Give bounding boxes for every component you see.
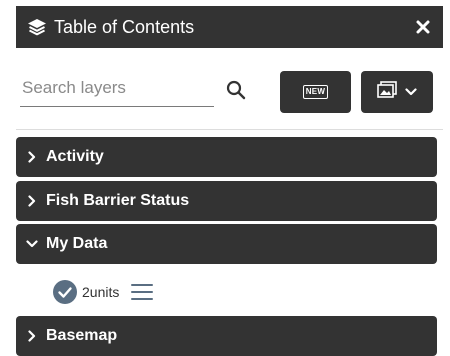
divider — [16, 129, 443, 130]
section-label: Basemap — [46, 327, 118, 344]
section-label: My Data — [46, 235, 108, 252]
section-label: Activity — [46, 148, 104, 165]
layer-item: 2units — [52, 279, 154, 305]
search-icon[interactable] — [225, 79, 247, 101]
search-field — [20, 72, 218, 107]
layers-icon — [26, 16, 48, 38]
close-icon[interactable] — [411, 15, 435, 39]
hamburger-menu-icon[interactable] — [131, 284, 154, 300]
section-my-data[interactable]: My Data — [16, 224, 437, 264]
new-badge: NEW — [302, 85, 329, 99]
basemap-dropdown-button[interactable] — [361, 71, 433, 113]
section-fish-barrier-status[interactable]: Fish Barrier Status — [16, 181, 437, 221]
image-icon — [377, 80, 397, 104]
chevron-down-icon — [26, 238, 38, 250]
search-input[interactable] — [20, 72, 218, 104]
section-activity[interactable]: Activity — [16, 137, 437, 177]
section-label: Fish Barrier Status — [46, 192, 190, 209]
layer-visibility-checkbox[interactable] — [52, 279, 78, 305]
chevron-right-icon — [26, 195, 38, 207]
chevron-right-icon — [26, 330, 38, 342]
layer-name: 2units — [82, 284, 120, 300]
section-basemap[interactable]: Basemap — [16, 316, 437, 356]
new-layer-button[interactable]: NEW — [280, 71, 351, 113]
chevron-right-icon — [26, 151, 38, 163]
toc-header: Table of Contents — [16, 6, 443, 48]
chevron-down-icon — [405, 83, 417, 101]
panel-title: Table of Contents — [54, 16, 195, 37]
